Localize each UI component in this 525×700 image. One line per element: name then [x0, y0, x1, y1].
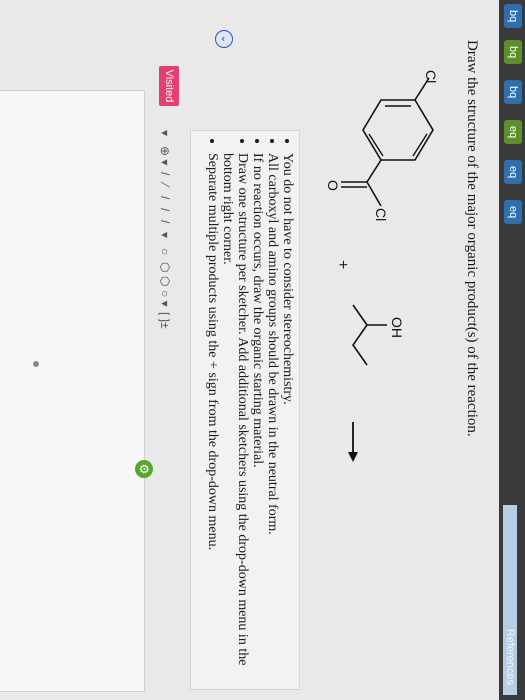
rotated-page: bq bq bq eq eq eq References Draw the st… [0, 0, 525, 700]
instruction-item: All carboxyl and amino groups should be … [265, 153, 280, 681]
references-button[interactable]: References [503, 505, 517, 695]
reaction-scheme: Cl OH O Cl + [303, 70, 463, 490]
tool-dropdown[interactable]: ▾ [158, 130, 172, 136]
question-text: Draw the structure of the major organic … [464, 40, 480, 437]
tool-ring-hexagon[interactable]: ⬡ [158, 262, 172, 272]
tab-6[interactable]: eq [504, 200, 522, 225]
tool-ring-cyclopropane[interactable]: ○ [158, 248, 172, 255]
hydroxyl-label: OH [389, 317, 405, 338]
sketcher-canvas[interactable] [0, 90, 145, 692]
tab-2[interactable]: bq [504, 40, 522, 65]
carbonyl-oxygen-label: O [325, 180, 341, 191]
benzene-ring [362, 99, 434, 161]
expand-chevron-icon[interactable]: ⌄ [215, 30, 233, 48]
settings-gear-icon[interactable]: ⚙ [135, 460, 153, 478]
butanol-skeleton [352, 304, 368, 366]
visited-badge: Visited [159, 66, 179, 106]
tool-ring-dropdown[interactable]: ○ ▾ [158, 290, 172, 307]
tab-1[interactable]: bq [504, 4, 522, 29]
instruction-item: Draw one structure per sketcher. Add add… [220, 153, 250, 681]
tool-bond-wedge[interactable]: / [158, 220, 172, 223]
tab-5[interactable]: eq [504, 160, 522, 185]
tool-bracket-charge[interactable]: [ ]± [158, 312, 172, 329]
chloro-label: Cl [423, 70, 439, 84]
acyl-chloride-label: Cl [373, 208, 389, 222]
tool-ring-benzene[interactable]: ⬡ [158, 276, 172, 286]
tool-bond-dropdown[interactable]: ▾ [158, 232, 172, 238]
tab-4[interactable]: eq [504, 120, 522, 145]
tab-3[interactable]: bq [504, 80, 522, 105]
canvas-dot [33, 361, 39, 367]
tool-add-atom[interactable]: ⊕ ▾ [158, 146, 172, 165]
question-tabs: bq bq bq eq eq eq References [499, 0, 525, 700]
reaction-structures [341, 77, 434, 462]
instruction-item: If no reaction occurs, draw the organic … [250, 153, 265, 681]
tool-bond-dashed[interactable]: ⁄ [158, 184, 172, 186]
tool-bond-triple[interactable]: / [158, 208, 172, 211]
sketcher-toolbar: ▾ ⊕ ▾ / ⁄ / / / ▾ ○ ⬡ ⬡ ○ ▾ [ ]± [150, 130, 180, 340]
instruction-item: You do not have to consider stereochemis… [280, 153, 295, 681]
plus-sign: + [334, 260, 351, 270]
instructions-box: You do not have to consider stereochemis… [190, 130, 300, 690]
instruction-item: Separate multiple products using the + s… [205, 153, 220, 681]
tool-bond-single[interactable]: / [158, 172, 172, 175]
tool-bond-double[interactable]: / [158, 196, 172, 199]
